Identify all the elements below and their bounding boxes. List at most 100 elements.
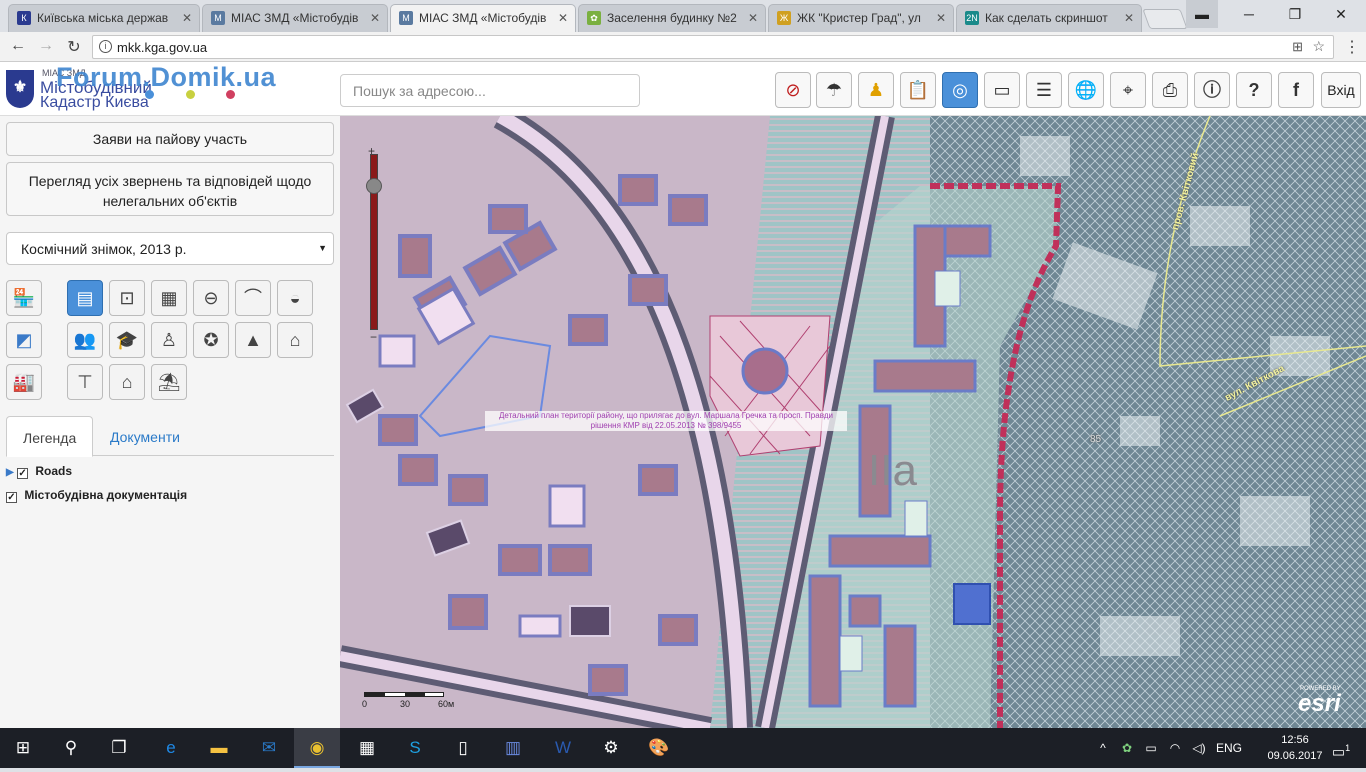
language-indicator[interactable]: ENG (1212, 728, 1246, 768)
people-icon[interactable]: 👥 (67, 322, 103, 358)
word-icon[interactable]: W (540, 728, 586, 768)
basemap-select[interactable]: Космічний знімок, 2013 р. ▼ (6, 232, 334, 265)
close-tab-icon[interactable]: ✕ (936, 11, 946, 25)
shop-icon[interactable]: 🏪 (6, 280, 42, 316)
compass-icon[interactable]: ◎ (942, 72, 978, 108)
grid-map-icon[interactable]: ▦ (151, 280, 187, 316)
chrome-icon[interactable]: ◉ (294, 728, 340, 768)
skype-icon[interactable]: S (392, 728, 438, 768)
map-canvas[interactable]: + − Детальний план території району, що … (340, 116, 1366, 728)
task-view-icon[interactable]: ❐ (96, 728, 142, 768)
legend-item-roads[interactable]: ▶ ✓ Roads (6, 464, 72, 479)
tree-icon[interactable]: ▲ (235, 322, 271, 358)
back-icon[interactable]: ← (8, 37, 28, 55)
zoom-out-icon[interactable]: − (370, 330, 377, 344)
edge-icon[interactable]: e (148, 728, 194, 768)
browser-tab-strip: К Київська міська держав ✕ М МІАС ЗМД «М… (0, 0, 1366, 32)
barcode-app-icon[interactable]: ▥ (490, 728, 536, 768)
crosshair-icon[interactable]: ⌖ (1110, 72, 1146, 108)
zone-label: IIa (868, 446, 917, 495)
share-participation-button[interactable]: Заяви на пайову участь (6, 122, 334, 156)
police-icon[interactable]: ✪ (193, 322, 229, 358)
bookmark-star-icon[interactable]: ☆ (1312, 38, 1325, 55)
illegal-objects-button[interactable]: Перегляд усіх звернень та відповідей щод… (6, 162, 334, 216)
maximize-icon[interactable]: ❐ (1272, 0, 1318, 28)
chrome-menu-icon[interactable]: ⋮ (1342, 37, 1362, 57)
restricted-zone-icon[interactable]: ⊖ (193, 280, 229, 316)
browser-tab[interactable]: К Київська міська держав ✕ (8, 4, 200, 32)
close-tab-icon[interactable]: ✕ (370, 11, 380, 25)
bridge-icon[interactable]: ⌒ (235, 280, 271, 316)
wifi-icon[interactable]: ◠ (1164, 728, 1186, 768)
logo-title-line2: Кадастр Києва (40, 94, 149, 111)
paint-icon[interactable]: 🎨 (636, 728, 682, 768)
browser-tab-active[interactable]: М МІАС ЗМД «Містобудів ✕ (390, 4, 576, 32)
browser-tab[interactable]: ✿ Заселення будинку №2 ✕ (578, 4, 766, 32)
expand-arrow-icon[interactable]: ▶ (6, 467, 14, 478)
checkbox-icon[interactable]: ✓ (17, 468, 29, 479)
layers-list-icon[interactable]: ☰ (1026, 72, 1062, 108)
no-building-icon[interactable]: ⊘ (775, 72, 811, 108)
outlook-icon[interactable]: ✉ (246, 728, 292, 768)
clock[interactable]: 12:56 09.06.2017 (1266, 732, 1324, 764)
zoom-slider-handle[interactable] (366, 178, 382, 194)
forward-icon[interactable]: → (36, 37, 56, 55)
translate-icon[interactable]: ⊞ (1292, 39, 1303, 55)
facebook-icon[interactable]: f (1278, 72, 1314, 108)
education-icon[interactable]: 🎓 (109, 322, 145, 358)
close-tab-icon[interactable]: ✕ (558, 11, 568, 25)
industry-icon[interactable]: 🏭 (6, 364, 42, 400)
ruler-icon[interactable]: ▭ (984, 72, 1020, 108)
browser-tab[interactable]: 2N Как сделать скриншот ✕ (956, 4, 1142, 32)
beach-icon[interactable]: ⛱ (151, 364, 187, 400)
settings-gear-icon[interactable]: ⚙ (588, 728, 634, 768)
windows-start-icon[interactable]: ⊞ (0, 728, 46, 768)
volume-icon[interactable]: ◁) (1188, 728, 1210, 768)
close-window-icon[interactable]: ✕ (1318, 0, 1364, 28)
checkbox-icon[interactable]: ✓ (6, 492, 17, 503)
new-tab-button[interactable] (1142, 9, 1188, 29)
earth-icon[interactable]: ◒ (277, 280, 313, 316)
document-icon[interactable]: ▯ (440, 728, 486, 768)
file-explorer-icon[interactable]: ▬ (196, 728, 242, 768)
market-icon[interactable]: ⌂ (277, 322, 313, 358)
clipboard-icon[interactable]: 📋 (900, 72, 936, 108)
tab-documents[interactable]: Документи (94, 416, 196, 457)
monument-icon[interactable]: ♙ (151, 322, 187, 358)
minimize-icon[interactable]: ─ (1226, 0, 1272, 28)
close-tab-icon[interactable]: ✕ (1124, 11, 1134, 25)
info-icon[interactable]: i (99, 40, 112, 53)
tray-expand-icon[interactable]: ^ (1094, 728, 1112, 768)
close-tab-icon[interactable]: ✕ (182, 11, 192, 25)
info-icon[interactable]: ⓘ (1194, 72, 1230, 108)
browser-tab[interactable]: М МІАС ЗМД «Містобудів ✕ (202, 4, 388, 32)
globe-icon[interactable]: 🌐 (1068, 72, 1104, 108)
puzzle-plan-icon[interactable]: ⊡ (109, 280, 145, 316)
close-tab-icon[interactable]: ✕ (748, 11, 758, 25)
calculator-icon[interactable]: ▦ (344, 728, 390, 768)
tab-legend[interactable]: Легенда (6, 416, 94, 457)
store-icon[interactable]: ⌂ (109, 364, 145, 400)
print-icon[interactable]: ⎙ (1152, 72, 1188, 108)
search-icon[interactable]: ⚲ (48, 728, 94, 768)
scale-tick-label: 0 (362, 699, 368, 709)
clock-date: 09.06.2017 (1267, 750, 1323, 762)
site-header: ⚜ МІАС ЗМД Містобудівний Кадастр Києва F… (0, 62, 1366, 116)
sync-icon[interactable]: ✿ (1116, 728, 1138, 768)
address-search-input[interactable] (340, 74, 640, 107)
login-button[interactable]: Вхід (1321, 72, 1361, 108)
legend-item-urban-docs[interactable]: ✓ Містобудівна документація (6, 488, 187, 503)
address-bar[interactable]: i mkk.kga.gov.ua ⊞ ☆ (92, 35, 1334, 59)
person-icon[interactable]: ♟ (858, 72, 894, 108)
battery-icon[interactable]: ▭ (1140, 728, 1162, 768)
help-icon[interactable]: ? (1236, 72, 1272, 108)
browser-tab[interactable]: Ж ЖК "Кристер Град", ул ✕ (768, 4, 954, 32)
user-profile-icon[interactable]: ▬ (1186, 0, 1218, 28)
reload-icon[interactable]: ↻ (64, 37, 84, 57)
map-icon[interactable]: ◩ (6, 322, 42, 358)
notifications-icon[interactable]: ▭1 (1326, 728, 1356, 768)
city-plan-icon[interactable]: ▤ (67, 280, 103, 316)
legend-label: Roads (35, 464, 73, 478)
billboard-icon[interactable]: ⊤ (67, 364, 103, 400)
umbrella-icon[interactable]: ☂ (816, 72, 852, 108)
